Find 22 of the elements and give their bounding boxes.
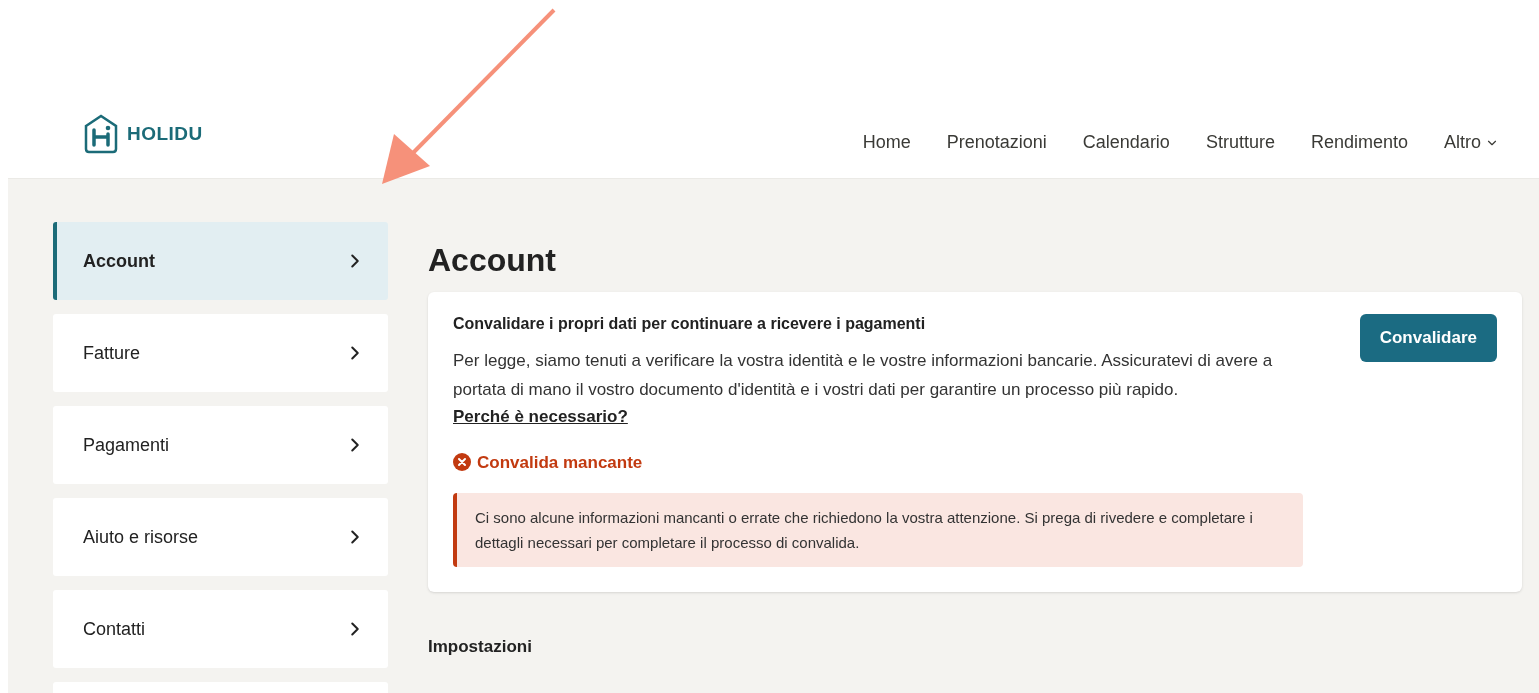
section-title: Impostazioni [428, 636, 533, 658]
card-body: Per legge, siamo tenuti a verificare la vostra identità e le vostre informazioni bancarie. Assicuratevi di avere a portata di mano il vostro documento d'identità e i vostri dati per garantire un processo più rapido. [453, 350, 1274, 401]
nav-link[interactable]: Home [862, 129, 911, 156]
sidebar-item[interactable]: Pagamenti [53, 406, 388, 484]
nav-link[interactable]: Altro [1444, 129, 1499, 156]
nav-link[interactable]: Rendimento [1310, 129, 1408, 156]
house-logo-icon [83, 114, 119, 154]
nav-link[interactable]: Strutture [1205, 129, 1275, 156]
sidebar-item[interactable]: Aiuto e risorse [53, 498, 388, 576]
nav-link[interactable]: Calendario [1082, 129, 1170, 156]
logo-text[interactable]: HOLIDU [127, 119, 203, 149]
page-title: Account [428, 241, 557, 280]
status-text: Convalida mancante [477, 451, 643, 474]
validate-button[interactable]: Convalidare [1359, 314, 1497, 362]
alert-box: Ci sono alcune informazioni mancanti o errate che richiedono la vostra attenzione. Si prega di rivedere e completare i dettagli necessari per completare il processo di convalida. [453, 493, 1303, 567]
sidebar-item[interactable]: Account [53, 222, 388, 300]
nav-link[interactable]: Prenotazioni [946, 129, 1047, 156]
card-title: Convalidare i propri dati per continuare a ricevere i pagamenti [453, 314, 927, 334]
help-link[interactable]: Perché è necessario? [453, 407, 628, 426]
error-icon [453, 453, 471, 472]
sidebar-item[interactable]: Contatti [53, 590, 388, 668]
sidebar-item[interactable]: Fatture [53, 314, 388, 392]
